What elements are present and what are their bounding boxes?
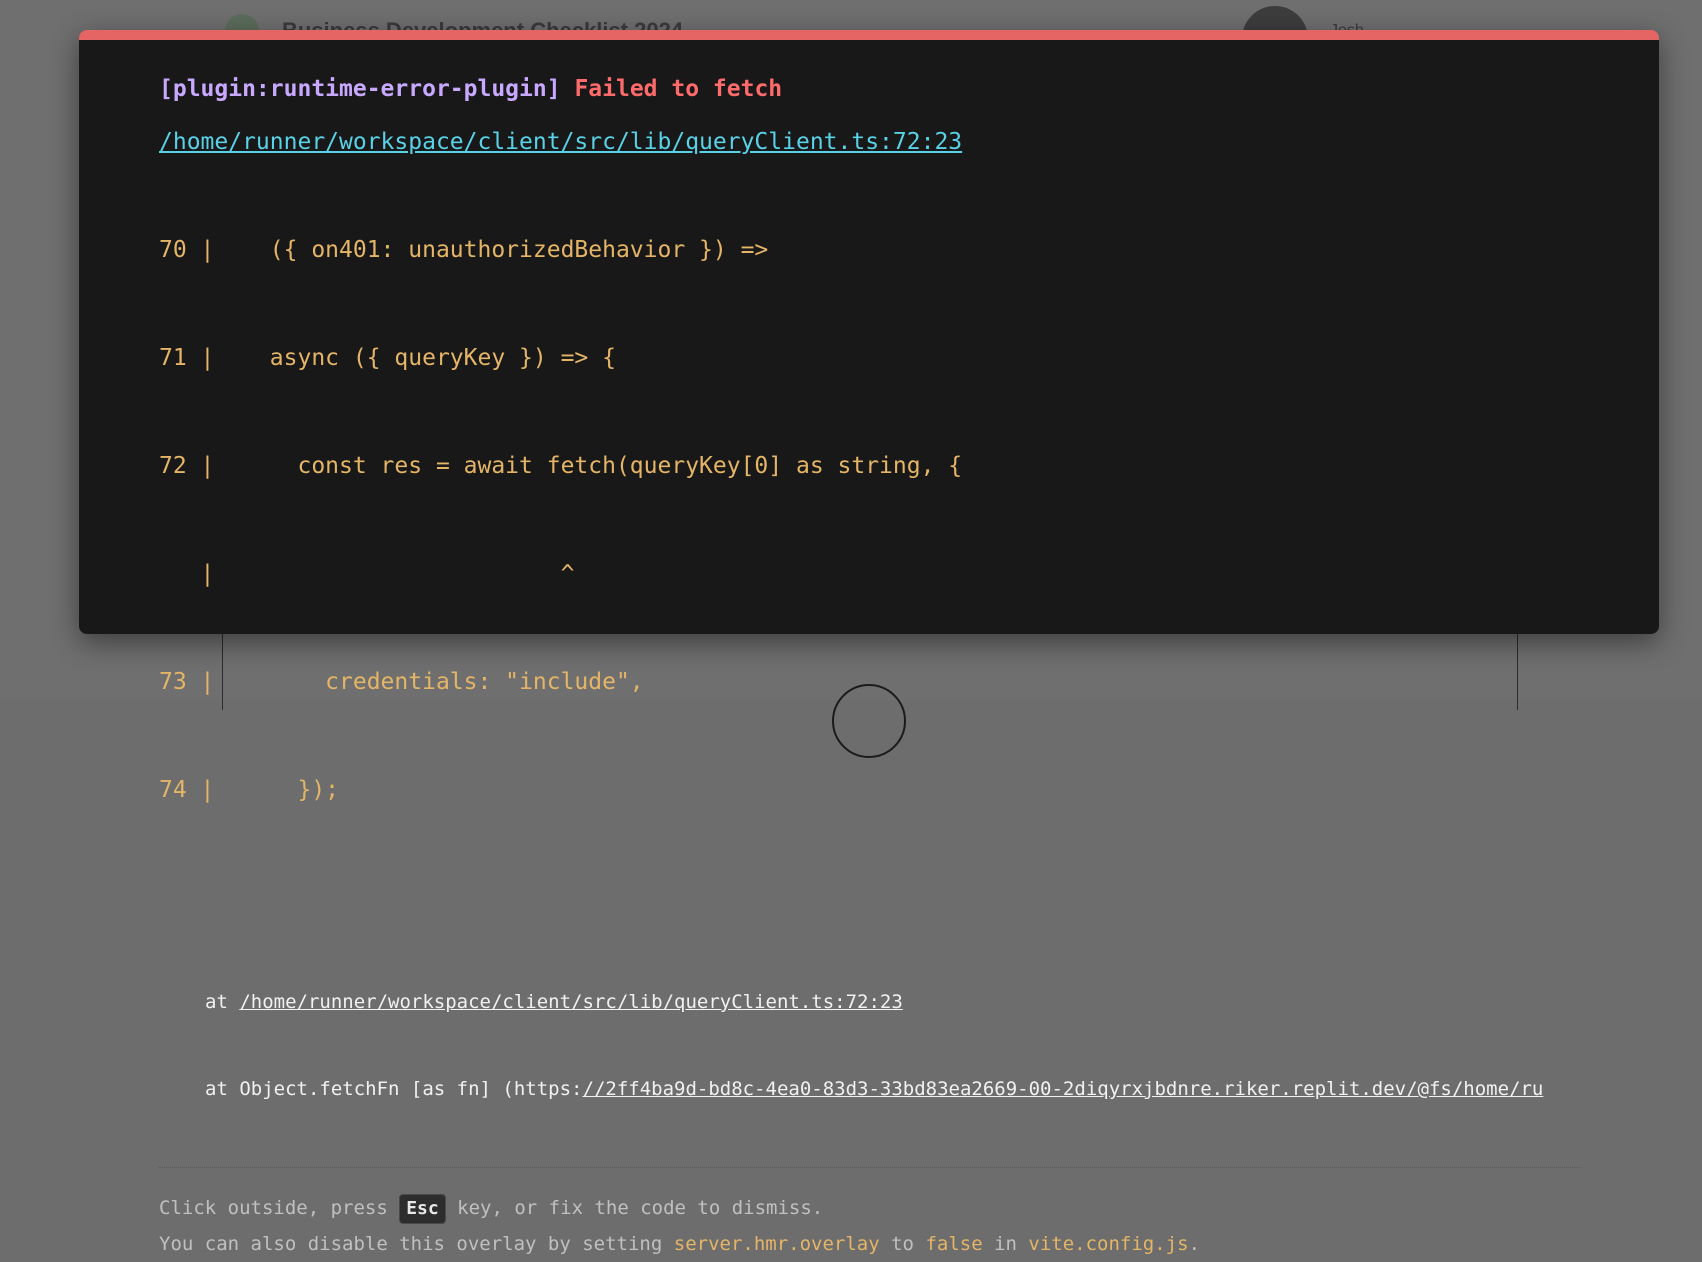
config-value-code: false — [925, 1233, 982, 1255]
divider — [159, 1167, 1581, 1168]
code-frame-line: 71 | async ({ queryKey }) => { — [159, 340, 1579, 376]
tip-text: in — [983, 1233, 1029, 1255]
tip-line-1: Click outside, press Esc key, or fix the… — [159, 1190, 1579, 1226]
config-file-code: vite.config.js — [1028, 1233, 1188, 1255]
code-frame-line: 72 | const res = await fetch(queryKey[0]… — [159, 448, 1579, 484]
code-frame-line: 74 | }); — [159, 772, 1579, 808]
stack-prefix: at — [205, 991, 239, 1013]
code-frame-line: 70 | ({ on401: unauthorizedBehavior }) =… — [159, 232, 1579, 268]
tip-text: . — [1189, 1233, 1200, 1255]
esc-key-badge: Esc — [399, 1194, 446, 1224]
config-key-code: server.hmr.overlay — [674, 1233, 880, 1255]
error-file-link[interactable]: /home/runner/workspace/client/src/lib/qu… — [159, 127, 962, 157]
stack-link[interactable]: //2ff4ba9d-bd8c-4ea0-83d3-33bd83ea2669-0… — [583, 1078, 1544, 1100]
code-frame-line: | ^ — [159, 556, 1579, 592]
error-overlay[interactable]: [plugin:runtime-error-plugin] Failed to … — [79, 30, 1659, 634]
code-frame-line: 73 | credentials: "include", — [159, 664, 1579, 700]
plugin-label: [plugin:runtime-error-plugin] — [159, 76, 561, 102]
stack-prefix: at Object.fetchFn [as fn] (https: — [205, 1078, 583, 1100]
error-message: Failed to fetch — [574, 76, 782, 102]
tip-line-2: You can also disable this overlay by set… — [159, 1226, 1579, 1262]
tip-text: Click outside, press — [159, 1197, 399, 1219]
tip-text: You can also disable this overlay by set… — [159, 1233, 674, 1255]
stack-line: at /home/runner/workspace/client/src/lib… — [205, 988, 1579, 1017]
tip-text: to — [880, 1233, 926, 1255]
code-frame: 70 | ({ on401: unauthorizedBehavior }) =… — [159, 160, 1579, 880]
dismiss-tip: Click outside, press Esc key, or fix the… — [159, 1190, 1579, 1262]
stack-line: at Object.fetchFn [as fn] (https://2ff4b… — [205, 1075, 1579, 1104]
error-heading: [plugin:runtime-error-plugin] Failed to … — [159, 74, 1579, 104]
stack-trace: at /home/runner/workspace/client/src/lib… — [159, 930, 1579, 1162]
tip-text: key, or fix the code to dismiss. — [446, 1197, 824, 1219]
stack-link[interactable]: /home/runner/workspace/client/src/lib/qu… — [239, 991, 902, 1013]
